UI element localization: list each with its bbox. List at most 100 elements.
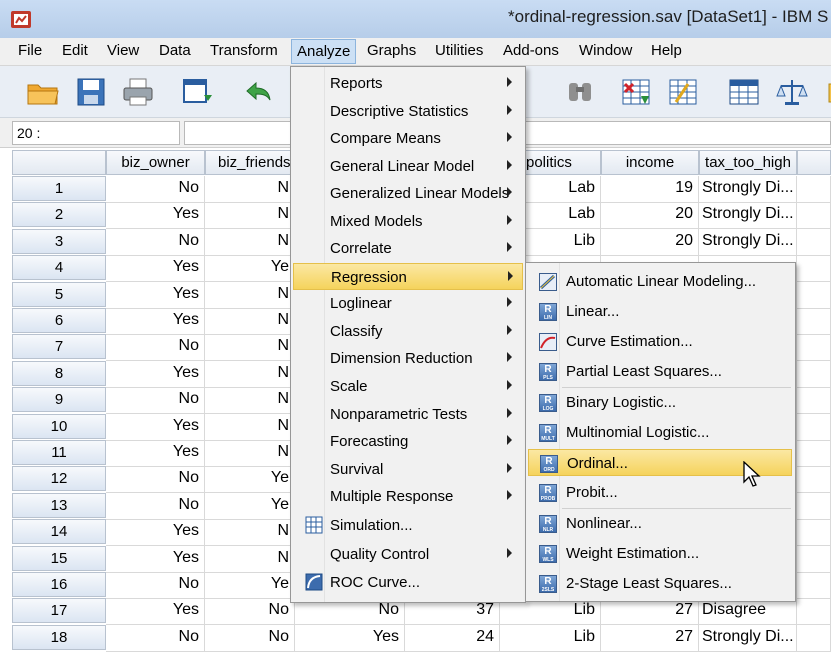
menu-help[interactable]: Help [649, 42, 684, 59]
analyze-menu-item-roc-curve[interactable]: ROC Curve... [293, 569, 523, 596]
column-header-income[interactable]: income [601, 150, 699, 175]
cell-empty[interactable] [797, 228, 831, 256]
analyze-menu-item-scale[interactable]: Scale [293, 373, 523, 400]
cell-biz-owner[interactable]: Yes [106, 545, 205, 573]
analyze-menu-item-compare-means[interactable]: Compare Means [293, 125, 523, 152]
row-header[interactable]: 1 [12, 176, 106, 201]
cell-biz-friends[interactable]: N [205, 519, 295, 547]
cell-biz-friends[interactable]: Ye [205, 572, 295, 599]
cell-empty[interactable] [797, 255, 831, 283]
analyze-menu-item-mixed-models[interactable]: Mixed Models [293, 208, 523, 235]
analyze-menu-item-simulation[interactable]: Simulation... [293, 512, 523, 539]
cell-reference-field[interactable]: 20 : [12, 121, 180, 145]
analyze-menu-item-reports[interactable]: Reports [293, 70, 523, 97]
cell-empty[interactable] [797, 492, 831, 520]
cell-income[interactable]: 19 [601, 176, 699, 203]
cell-income[interactable]: 27 [601, 624, 699, 652]
menu-addons[interactable]: Add-ons [501, 42, 561, 59]
regression-menu-item-binary-logistic[interactable]: R LOG Binary Logistic... [528, 389, 792, 416]
column-header-biz-friends[interactable]: biz_friends [205, 150, 295, 175]
regression-menu-item-weight-estimation[interactable]: R WLS Weight Estimation... [528, 540, 792, 567]
cell-income[interactable]: 20 [601, 228, 699, 256]
cell-empty[interactable] [797, 572, 831, 599]
cell-biz-owner[interactable]: No [106, 228, 205, 256]
analyze-menu-item-survival[interactable]: Survival [293, 456, 523, 483]
analyze-menu-item-general-linear-model[interactable]: General Linear Model [293, 153, 523, 180]
regression-menu-item-linear[interactable]: R LIN Linear... [528, 298, 792, 325]
cell-biz-friends[interactable]: N [205, 440, 295, 467]
save-icon[interactable] [72, 74, 110, 110]
cell-empty[interactable] [797, 545, 831, 573]
cell-biz-owner[interactable]: No [106, 387, 205, 415]
cell-politics[interactable]: Lib [500, 624, 601, 652]
cell-income[interactable]: 20 [601, 202, 699, 230]
row-header[interactable]: 18 [12, 624, 106, 650]
cell-biz-friends[interactable]: No [205, 598, 295, 626]
menu-data[interactable]: Data [157, 42, 193, 59]
menu-view[interactable]: View [105, 42, 141, 59]
cell-biz-owner[interactable]: Yes [106, 519, 205, 547]
insert-cases-icon[interactable] [617, 74, 655, 110]
cell-biz-friends[interactable]: N [205, 413, 295, 441]
row-header[interactable]: 14 [12, 519, 106, 545]
row-header[interactable]: 9 [12, 387, 106, 413]
row-header[interactable]: 13 [12, 492, 106, 518]
cell-biz-friends[interactable]: N [205, 360, 295, 388]
value-labels-icon[interactable] [816, 74, 831, 110]
cell-biz-friends[interactable]: Ye [205, 255, 295, 283]
cell-biz-friends[interactable]: N [205, 176, 295, 203]
corner-cell[interactable] [12, 150, 106, 175]
cell-tax-too-high[interactable]: Strongly Di... [699, 176, 797, 203]
spss-app-icon[interactable] [10, 8, 32, 30]
row-header[interactable]: 6 [12, 308, 106, 333]
cell-biz-owner[interactable]: Yes [106, 413, 205, 441]
row-header[interactable]: 8 [12, 360, 106, 386]
column-header-politics[interactable]: politics [525, 150, 601, 175]
cell-empty[interactable] [797, 413, 831, 441]
undo-icon[interactable] [239, 74, 277, 110]
analyze-menu-item-descriptive-statistics[interactable]: Descriptive Statistics [293, 98, 523, 125]
menu-transform[interactable]: Transform [208, 42, 280, 59]
row-header[interactable]: 17 [12, 598, 106, 624]
column-header-tax-too-high[interactable]: tax_too_high [699, 150, 797, 175]
cell-empty[interactable] [797, 519, 831, 547]
row-header[interactable]: 12 [12, 466, 106, 492]
column-header-empty[interactable] [797, 150, 831, 175]
row-header[interactable]: 11 [12, 440, 106, 465]
cell-biz-owner[interactable]: No [106, 176, 205, 203]
cell-biz-owner[interactable]: No [106, 334, 205, 362]
weight-cases-icon[interactable] [773, 74, 811, 110]
cell-biz-owner[interactable]: Yes [106, 598, 205, 626]
regression-menu-item-2-stage-least-squares[interactable]: R 2SLS 2-Stage Least Squares... [528, 570, 792, 597]
analyze-menu-item-correlate[interactable]: Correlate [293, 235, 523, 262]
cell-empty[interactable] [797, 334, 831, 362]
cell-empty[interactable] [797, 202, 831, 230]
menu-edit[interactable]: Edit [60, 42, 90, 59]
cell-empty[interactable] [797, 598, 831, 626]
analyze-menu-item-loglinear[interactable]: Loglinear [293, 290, 523, 317]
cell-biz-owner[interactable]: Yes [106, 281, 205, 309]
regression-menu-item-partial-least-squares[interactable]: R PLS Partial Least Squares... [528, 358, 792, 385]
cell-biz-friends[interactable]: Ye [205, 492, 295, 520]
cell-biz-owner[interactable]: Yes [106, 308, 205, 335]
cell-variable[interactable]: 24 [405, 624, 500, 652]
cell-biz-friends[interactable]: N [205, 387, 295, 415]
analyze-menu-item-classify[interactable]: Classify [293, 318, 523, 345]
menu-window[interactable]: Window [577, 42, 634, 59]
menu-utilities[interactable]: Utilities [433, 42, 485, 59]
recall-dialog-icon[interactable] [180, 74, 218, 110]
cell-tax-too-high[interactable]: Strongly Di... [699, 624, 797, 652]
analyze-menu-item-quality-control[interactable]: Quality Control [293, 541, 523, 568]
split-file-icon[interactable] [664, 74, 702, 110]
cell-biz-friends[interactable]: N [205, 334, 295, 362]
cell-empty[interactable] [797, 308, 831, 335]
regression-menu-item-nonlinear[interactable]: R NLR Nonlinear... [528, 510, 792, 537]
regression-menu-item-multinomial-logistic[interactable]: R MULT Multinomial Logistic... [528, 419, 792, 446]
row-header[interactable]: 15 [12, 545, 106, 571]
cell-biz-owner[interactable]: No [106, 466, 205, 494]
cell-empty[interactable] [797, 440, 831, 467]
row-header[interactable]: 4 [12, 255, 106, 281]
open-folder-icon[interactable] [24, 74, 62, 110]
cell-biz-friends[interactable]: Ye [205, 466, 295, 494]
cell-biz-friends[interactable]: N [205, 281, 295, 309]
